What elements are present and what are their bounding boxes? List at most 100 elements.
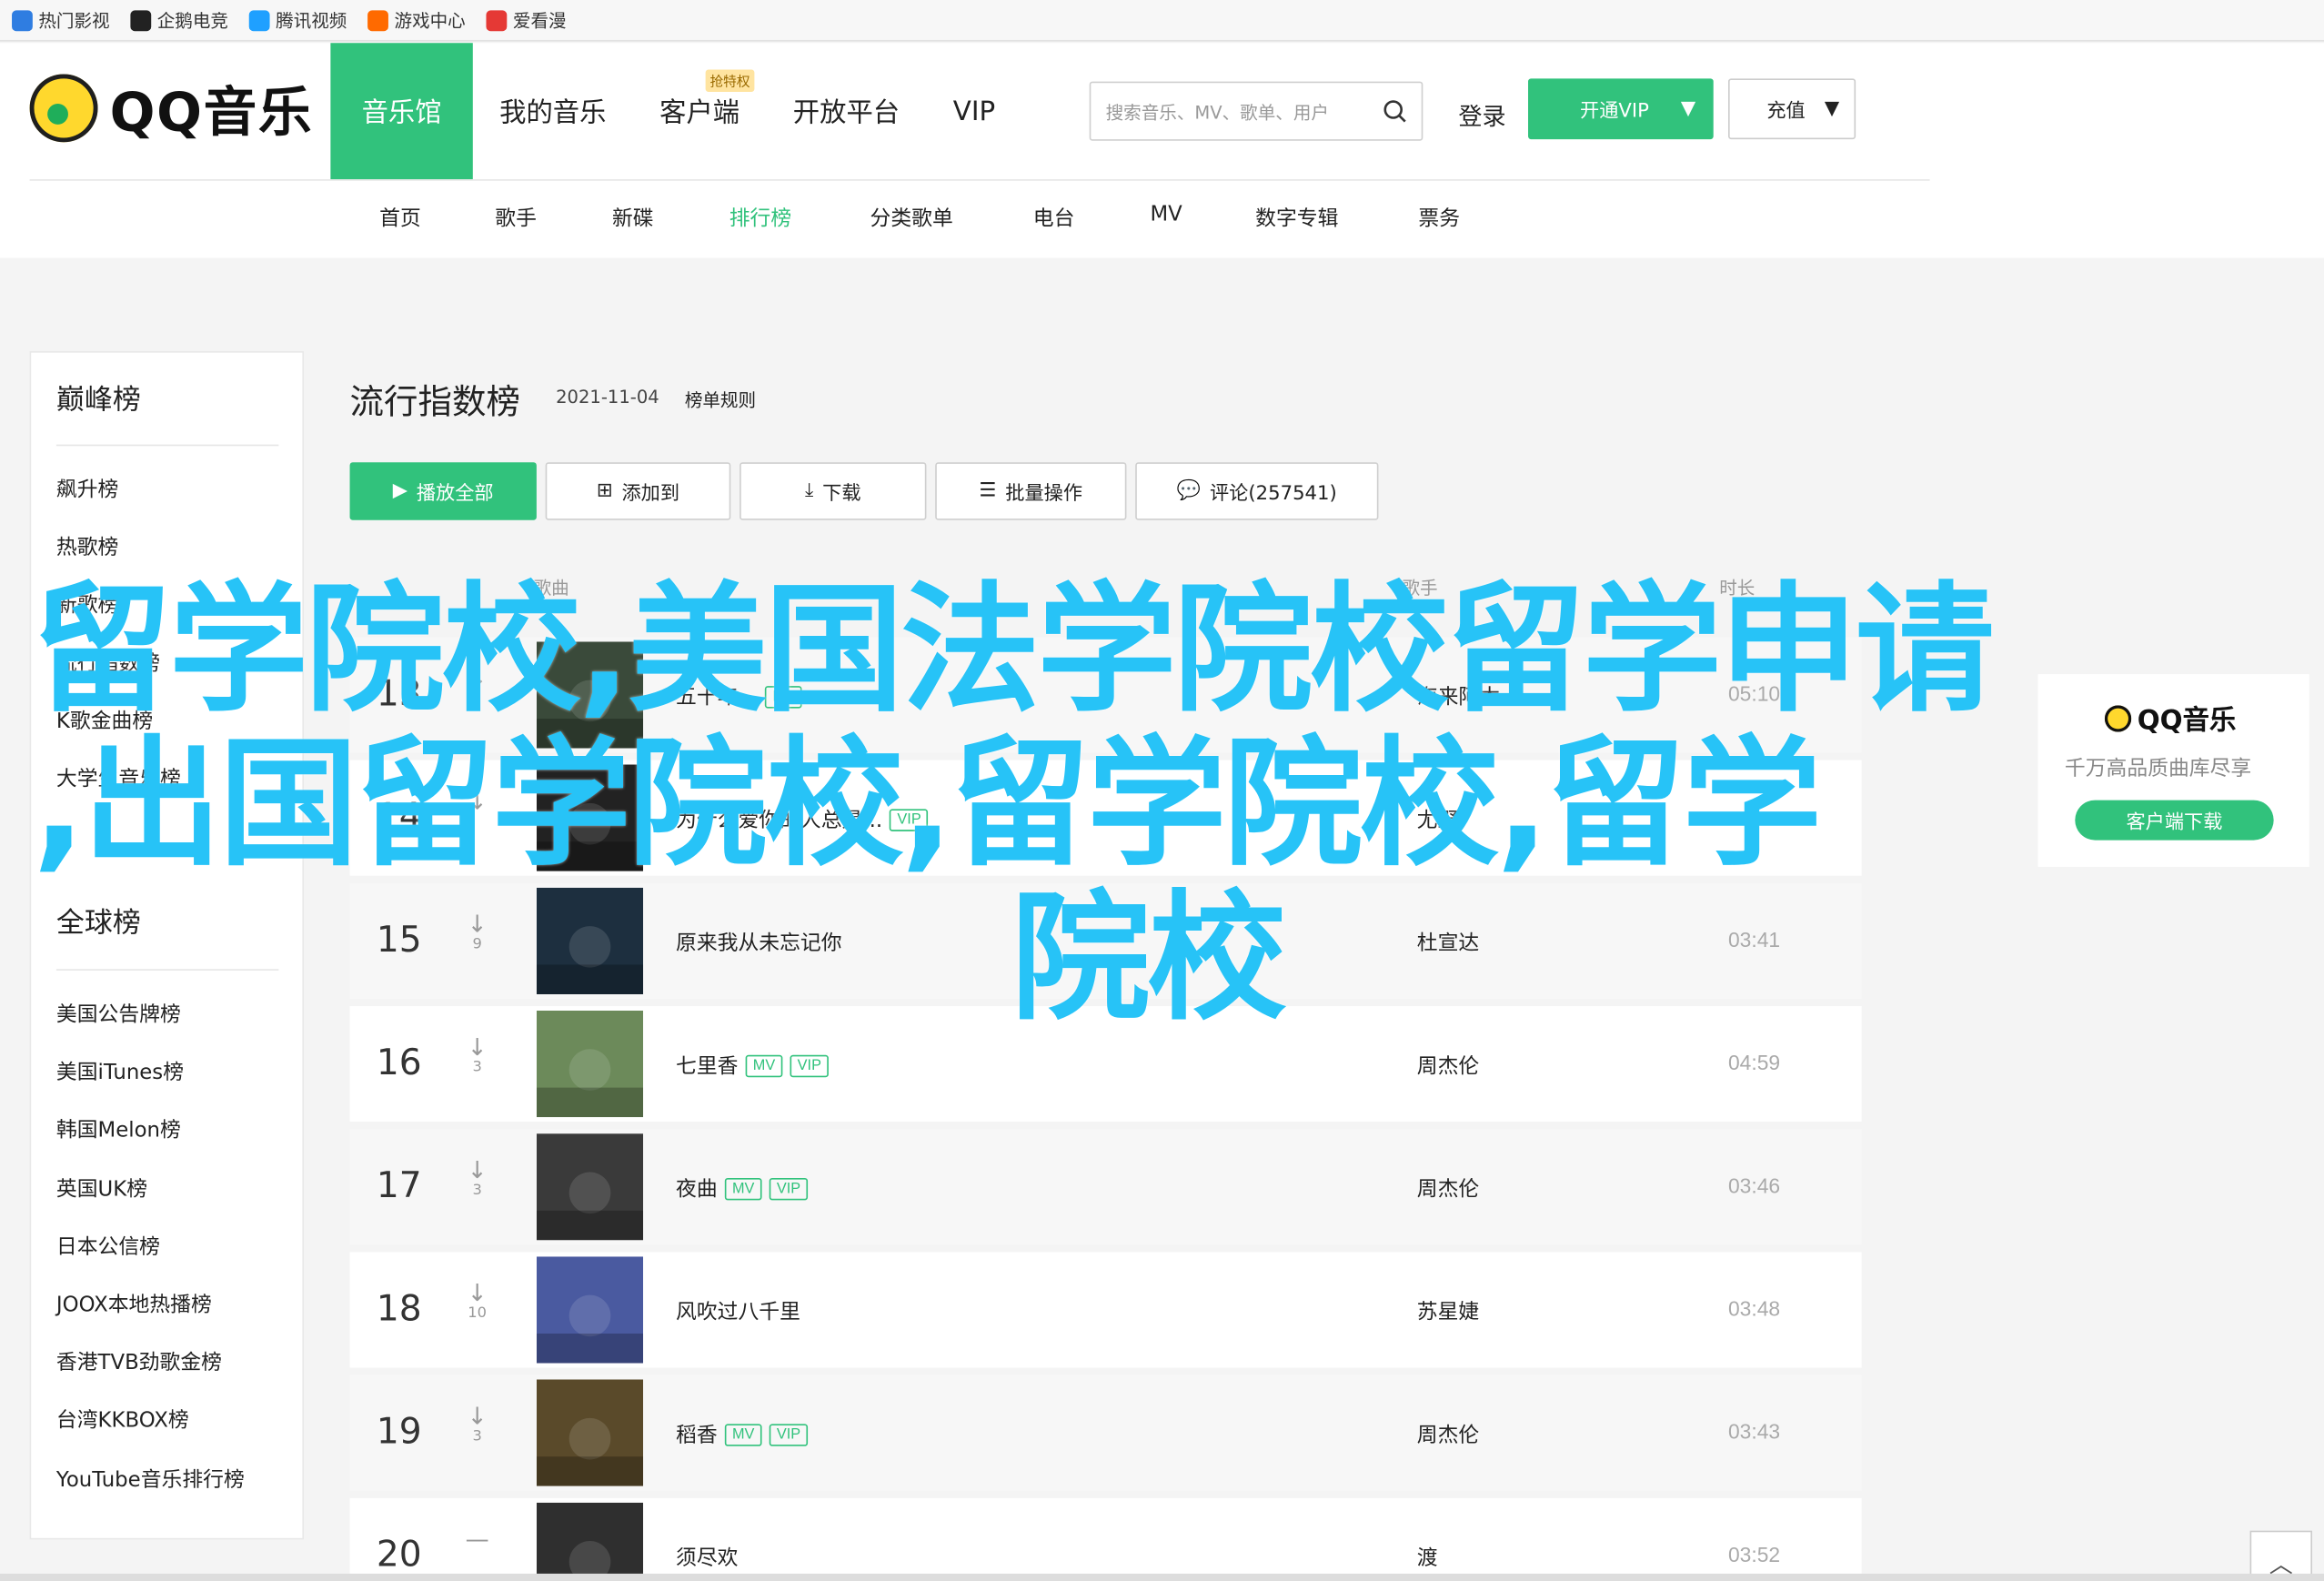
add-to-button[interactable]: ⊞ 添加到 [545, 462, 731, 520]
sidebar-item[interactable]: 台湾KKBOX榜 [56, 1405, 189, 1435]
song-row[interactable]: 20 — 须尽欢 渡 03:52 [349, 1497, 1862, 1581]
comments-button[interactable]: 💬 评论(257541) [1135, 462, 1379, 520]
bookmark-label: 企鹅电竞 [156, 10, 228, 32]
album-cover[interactable] [536, 1502, 644, 1581]
song-title[interactable]: 为什么爱你的人总是... [676, 804, 882, 834]
album-cover[interactable] [536, 641, 644, 749]
mv-tag[interactable]: MV [765, 685, 803, 708]
subnav-item[interactable]: 新碟 [612, 203, 654, 233]
singer-name[interactable]: 杜宣达 [1417, 928, 1479, 958]
subnav-item[interactable]: 首页 [379, 203, 421, 233]
bookmark-item[interactable]: 爱看漫 [486, 7, 567, 33]
open-vip-button[interactable]: 开通VIP ▼ [1528, 78, 1714, 140]
rank-change: ↓ 9 [466, 912, 489, 954]
play-all-button[interactable]: ▶ 播放全部 [349, 462, 537, 520]
bookmark-item[interactable]: 热门影视 [12, 7, 110, 33]
album-cover[interactable] [536, 887, 644, 994]
song-title-cell[interactable]: 风吹过八千里 [676, 1296, 800, 1326]
search-icon[interactable] [1383, 99, 1406, 123]
subnav-item[interactable]: MV [1150, 203, 1182, 227]
song-row[interactable]: 15 ↓ 9 原来我从未忘记你 杜宣达 03:41 [349, 882, 1862, 999]
song-title[interactable]: 夜曲 [676, 1173, 718, 1203]
song-title[interactable]: 原来我从未忘记你 [676, 928, 842, 958]
subnav-item[interactable]: 分类歌单 [870, 203, 953, 233]
nav-item[interactable]: 我的音乐 [473, 43, 633, 179]
song-row[interactable]: 16 ↓ 3 七里香 MV VIP 周杰伦 04:59 [349, 1006, 1862, 1123]
bookmark-item[interactable]: 企鹅电竞 [130, 7, 228, 33]
subnav-item[interactable]: 数字专辑 [1255, 203, 1338, 233]
sidebar-item[interactable]: YouTube音乐排行榜 [56, 1464, 245, 1494]
singer-name[interactable]: 周杰伦 [1417, 1173, 1479, 1203]
client-download-button[interactable]: 客户端下载 [2075, 800, 2274, 841]
nav-item[interactable]: 音乐馆 [330, 43, 473, 180]
sidebar-item[interactable]: 美国公告牌榜 [56, 999, 181, 1029]
subnav-item[interactable]: 票务 [1418, 203, 1460, 233]
sidebar-item[interactable]: 香港TVB劲歌金榜 [56, 1347, 222, 1377]
song-title[interactable]: 稻香 [676, 1419, 718, 1449]
sidebar-item[interactable]: 新歌榜 [56, 589, 118, 619]
album-cover[interactable] [536, 1256, 644, 1364]
recharge-button[interactable]: 充值 ▼ [1727, 78, 1856, 140]
singer-name[interactable]: 海来阿木 [1417, 681, 1500, 711]
sidebar-item[interactable]: JOOX本地热播榜 [56, 1289, 212, 1319]
song-rank: 19 [376, 1410, 422, 1453]
batch-operation-button[interactable]: ☰ 批量操作 [935, 462, 1127, 520]
album-cover[interactable] [536, 1133, 644, 1241]
subnav-item[interactable]: 歌手 [495, 203, 537, 233]
song-title-cell[interactable]: 原来我从未忘记你 [676, 928, 842, 958]
song-rank: 15 [376, 918, 422, 961]
song-title-cell[interactable]: 七里香 MV VIP [676, 1051, 830, 1081]
sidebar-item[interactable]: 英国UK榜 [56, 1173, 147, 1203]
qq-music-logo[interactable]: QQ音乐 [29, 70, 314, 147]
singer-name[interactable]: 苏星婕 [1417, 1296, 1479, 1326]
song-title-cell[interactable]: 须尽欢 [676, 1543, 738, 1573]
subnav-item[interactable]: 电台 [1033, 203, 1075, 233]
song-title-cell[interactable]: 夜曲 MV VIP [676, 1173, 809, 1203]
rank-change-number: 3 [472, 1059, 482, 1076]
login-link[interactable]: 登录 [1458, 96, 1505, 132]
song-title[interactable]: 须尽欢 [676, 1543, 738, 1573]
sidebar-item[interactable]: 流行指数榜 [56, 648, 160, 678]
song-row[interactable]: 17 ↓ 3 夜曲 MV VIP 周杰伦 03:46 [349, 1129, 1862, 1245]
bookmark-item[interactable]: 游戏中心 [367, 7, 466, 33]
song-row[interactable]: 13 ↓ 五十年... MV 海来阿木 05:10 [349, 637, 1862, 753]
rank-change-number: 9 [472, 936, 482, 953]
singer-name[interactable]: 渡 [1417, 1543, 1438, 1573]
bookmark-item[interactable]: 腾讯视频 [248, 7, 347, 33]
song-duration: 03:41 [1727, 927, 1781, 952]
song-title[interactable]: 五十年... [676, 681, 758, 711]
add-to-label: 添加到 [621, 483, 680, 506]
sidebar-item[interactable]: K歌金曲榜 [56, 705, 153, 735]
mv-tag[interactable]: MV [745, 1053, 783, 1077]
song-title[interactable]: 七里香 [676, 1051, 738, 1081]
singer-name[interactable]: 周杰伦 [1417, 1051, 1479, 1081]
search-input[interactable]: 搜索音乐、MV、歌单、用户 [1089, 81, 1424, 141]
song-title-cell[interactable]: 五十年... MV [676, 681, 803, 711]
album-art [536, 1010, 644, 1118]
sidebar-item[interactable]: 韩国Melon榜 [56, 1115, 181, 1145]
singer-name[interactable]: 尤野 [1417, 804, 1459, 834]
subnav-item[interactable]: 排行榜 [729, 203, 791, 233]
album-cover[interactable] [536, 1379, 644, 1486]
sidebar-item[interactable]: 大学生音乐榜 [56, 763, 181, 793]
album-cover[interactable] [536, 764, 644, 871]
singer-name[interactable]: 周杰伦 [1417, 1419, 1479, 1449]
song-title[interactable]: 风吹过八千里 [676, 1296, 800, 1326]
download-button[interactable]: ⤓ 下载 [739, 462, 927, 520]
nav-item[interactable]: VIP [926, 43, 1021, 179]
song-title-cell[interactable]: 稻香 MV VIP [676, 1419, 809, 1449]
album-cover[interactable] [536, 1010, 644, 1118]
mv-tag[interactable]: MV [724, 1177, 762, 1200]
song-row[interactable]: 14 ↓ 为什么爱你的人总是... VIP 尤野 [349, 760, 1862, 876]
sidebar-item[interactable]: 美国iTunes榜 [56, 1057, 184, 1087]
nav-item[interactable]: 开放平台 [766, 43, 926, 179]
nav-item[interactable]: 客户端 抢特权 [633, 43, 767, 179]
song-row[interactable]: 18 ↓ 10 风吹过八千里 苏星婕 03:48 [349, 1252, 1862, 1368]
mv-tag[interactable]: MV [724, 1423, 762, 1445]
chart-rules-link[interactable]: 榜单规则 [685, 387, 756, 412]
sidebar-item[interactable]: 日本公信榜 [56, 1231, 160, 1261]
song-row[interactable]: 19 ↓ 3 稻香 MV VIP 周杰伦 03:43 [349, 1375, 1862, 1491]
sidebar-item[interactable]: 热歌榜 [56, 532, 118, 562]
song-title-cell[interactable]: 为什么爱你的人总是... VIP [676, 804, 929, 834]
sidebar-item[interactable]: 飙升榜 [56, 474, 118, 504]
